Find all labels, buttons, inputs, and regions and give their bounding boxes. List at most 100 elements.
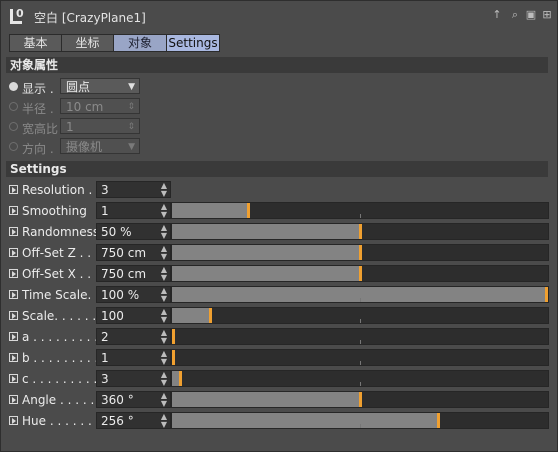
setting-value-field[interactable]: 256 ° ▲ ▼: [96, 412, 171, 429]
setting-slider[interactable]: [171, 286, 549, 303]
slider-fill: [172, 245, 359, 260]
setting-value-field[interactable]: 100 ▲ ▼: [96, 307, 171, 324]
attribute-manager-panel: 0 空白 [CrazyPlane1] ↑ ⌕ ▣ ⊞ 基本 坐标 对象 Sett…: [0, 0, 558, 452]
spinner-icon: ⇕: [127, 102, 135, 112]
setting-slider[interactable]: [171, 391, 549, 408]
slider-handle[interactable]: [179, 371, 182, 386]
slider-handle[interactable]: [172, 329, 175, 344]
setting-label: b . . . . . . . . . .: [22, 351, 106, 365]
slider-handle[interactable]: [172, 350, 175, 365]
setting-value-field[interactable]: 1 ▲ ▼: [96, 202, 171, 219]
slider-handle[interactable]: [247, 203, 250, 218]
setting-value-field[interactable]: 100 % ▲ ▼: [96, 286, 171, 303]
animate-icon[interactable]: [9, 353, 18, 362]
dropdown-arrow-icon: ▼: [128, 82, 135, 92]
slider-fill: [172, 266, 359, 281]
slider-handle[interactable]: [359, 245, 362, 260]
slider-fill: [172, 308, 209, 323]
search-icon[interactable]: ⌕: [507, 7, 523, 23]
setting-slider[interactable]: [171, 265, 549, 282]
slider-center-tick: [360, 214, 361, 218]
animate-icon[interactable]: [9, 416, 18, 425]
lock-icon[interactable]: ▣: [523, 7, 539, 23]
setting-row: Hue . . . . . . 256 ° ▲ ▼: [9, 411, 549, 430]
animate-icon[interactable]: [9, 269, 18, 278]
spinner-icon[interactable]: ▲ ▼: [161, 350, 167, 366]
slider-handle[interactable]: [545, 287, 548, 302]
animate-icon[interactable]: [9, 227, 18, 236]
spinner-icon[interactable]: ▲ ▼: [161, 245, 167, 261]
tab-settings[interactable]: Settings: [166, 34, 220, 52]
display-label: 显示 .: [22, 82, 54, 96]
spinner-icon[interactable]: ▲ ▼: [161, 329, 167, 345]
spinner-icon[interactable]: ▲ ▼: [161, 266, 167, 282]
slider-fill: [172, 413, 437, 428]
setting-slider[interactable]: [171, 349, 549, 366]
slider-center-tick: [360, 340, 361, 344]
animate-icon[interactable]: [9, 374, 18, 383]
settings-header: Settings: [6, 161, 548, 177]
slider-handle[interactable]: [437, 413, 440, 428]
panel-header: 0 空白 [CrazyPlane1] ↑ ⌕ ▣ ⊞: [1, 1, 557, 33]
slider-handle[interactable]: [359, 266, 362, 281]
slider-handle[interactable]: [209, 308, 212, 323]
aspect-ratio-label: 宽高比: [22, 122, 59, 136]
spinner-icon[interactable]: ▲ ▼: [161, 203, 167, 219]
setting-value-field[interactable]: 1 ▲ ▼: [96, 349, 171, 366]
setting-value-field[interactable]: 3 ▲ ▼: [96, 370, 171, 387]
tab-coordinates[interactable]: 坐标: [61, 34, 114, 52]
arrow-up-icon[interactable]: ↑: [489, 7, 505, 23]
animate-icon[interactable]: [9, 311, 18, 320]
tab-basic[interactable]: 基本: [9, 34, 62, 52]
orientation-dropdown: 摄像机 ▼: [60, 138, 140, 154]
spinner-icon[interactable]: ▲ ▼: [161, 287, 167, 303]
setting-slider[interactable]: [171, 370, 549, 387]
setting-value-field[interactable]: 750 cm ▲ ▼: [96, 265, 171, 282]
slider-fill: [172, 371, 179, 386]
animate-icon[interactable]: [9, 290, 18, 299]
slider-handle[interactable]: [359, 392, 362, 407]
setting-slider[interactable]: [171, 412, 549, 429]
animate-icon[interactable]: [9, 248, 18, 257]
object-properties-header: 对象属性: [6, 57, 548, 73]
slider-handle[interactable]: [359, 224, 362, 239]
spinner-icon[interactable]: ▲ ▼: [161, 413, 167, 429]
setting-row: c . . . . . . . . . . 3 ▲ ▼: [9, 369, 549, 388]
new-panel-icon[interactable]: ⊞: [539, 7, 555, 23]
setting-value-field[interactable]: 50 % ▲ ▼: [96, 223, 171, 240]
setting-value-field[interactable]: 750 cm ▲ ▼: [96, 244, 171, 261]
animate-icon[interactable]: [9, 332, 18, 341]
null-object-icon: 0: [10, 7, 27, 25]
slider-fill: [172, 203, 247, 218]
setting-value-field[interactable]: 2 ▲ ▼: [96, 328, 171, 345]
display-dropdown[interactable]: 圆点 ▼: [60, 78, 140, 94]
setting-row: Time Scale. . . 100 % ▲ ▼: [9, 285, 549, 304]
setting-slider[interactable]: [171, 244, 549, 261]
setting-slider[interactable]: [171, 307, 549, 324]
spinner-icon[interactable]: ▲ ▼: [161, 308, 167, 324]
spinner-icon[interactable]: ▲ ▼: [161, 224, 167, 240]
slider-center-tick: [360, 319, 361, 323]
animate-icon[interactable]: [9, 206, 18, 215]
tab-object[interactable]: 对象: [113, 34, 167, 52]
setting-row: a . . . . . . . . . . 2 ▲ ▼: [9, 327, 549, 346]
setting-row: Scale. . . . . . . 100 ▲ ▼: [9, 306, 549, 325]
keyframe-radio-icon[interactable]: [9, 82, 18, 91]
setting-slider[interactable]: [171, 328, 549, 345]
setting-row: Randomness 50 % ▲ ▼: [9, 222, 549, 241]
spinner-icon: ⇕: [127, 122, 135, 132]
animate-icon[interactable]: [9, 395, 18, 404]
spinner-icon[interactable]: ▲ ▼: [161, 392, 167, 408]
setting-slider[interactable]: [171, 202, 549, 219]
animate-icon[interactable]: [9, 185, 18, 194]
spinner-icon[interactable]: ▲ ▼: [161, 182, 167, 198]
spinner-icon[interactable]: ▲ ▼: [161, 371, 167, 387]
setting-label: Hue . . . . . .: [22, 414, 92, 428]
orientation-label: 方向 .: [22, 142, 54, 156]
slider-fill: [172, 287, 545, 302]
setting-label: Resolution . .: [22, 183, 100, 197]
setting-slider[interactable]: [171, 223, 549, 240]
setting-row: Off-Set X . . . 750 cm ▲ ▼: [9, 264, 549, 283]
setting-value-field[interactable]: 3 ▲ ▼: [96, 181, 171, 198]
setting-value-field[interactable]: 360 ° ▲ ▼: [96, 391, 171, 408]
